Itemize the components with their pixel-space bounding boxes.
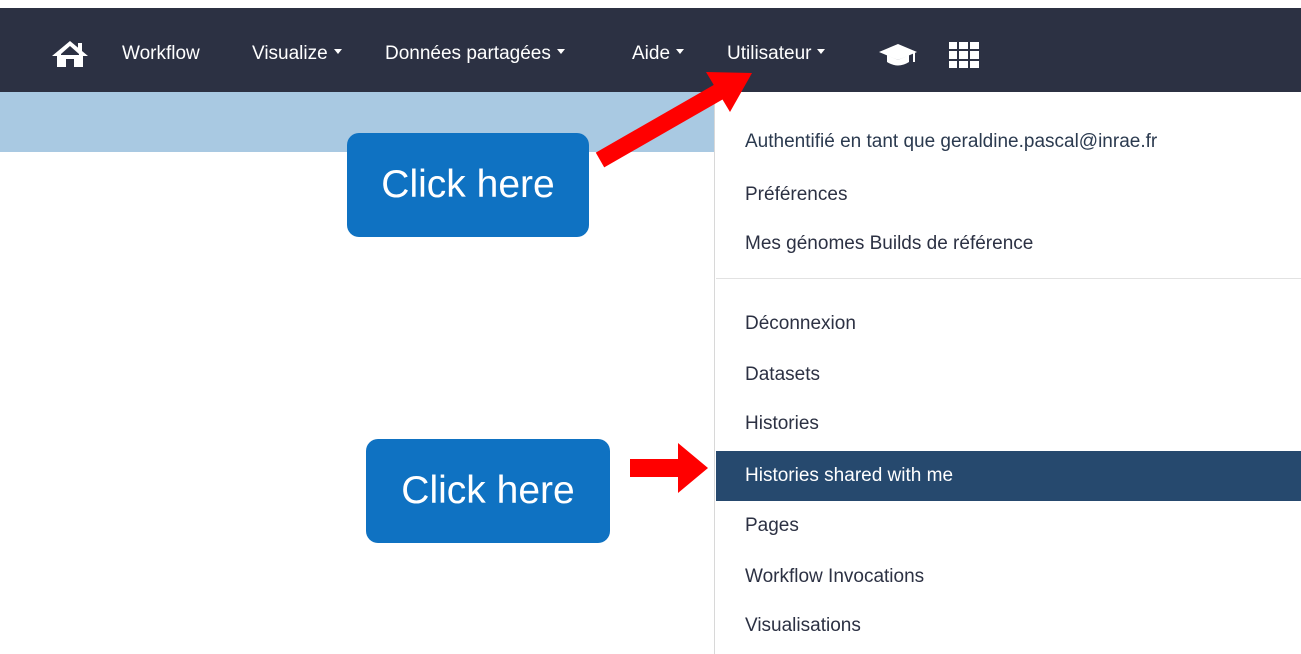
dropdown-item-reference-genomes[interactable]: Mes génomes Builds de référence [716, 222, 1301, 266]
nav-help-label: Aide [632, 43, 671, 64]
dropdown-item-datasets[interactable]: Datasets [716, 353, 1301, 397]
dropdown-item-pages[interactable]: Pages [716, 504, 1301, 548]
callout-click-here-shared-histories: Click here [366, 439, 610, 543]
nav-visualize-label: Visualize [252, 43, 328, 64]
nav-shared-data[interactable]: Données partagées [385, 41, 565, 67]
nav-visualize[interactable]: Visualize [252, 41, 342, 67]
home-icon[interactable] [50, 39, 90, 69]
caret-down-icon [676, 49, 685, 55]
nav-shared-data-label: Données partagées [385, 43, 551, 64]
dropdown-logged-in-as: Authentifié en tant que geraldine.pascal… [745, 131, 1158, 152]
dropdown-item-visualisations[interactable]: Visualisations [716, 604, 1301, 648]
grid-icon[interactable] [949, 42, 979, 73]
nav-workflow[interactable]: Workflow [122, 41, 200, 67]
nav-workflow-label: Workflow [122, 43, 200, 64]
dropdown-item-histories-shared-with-me[interactable]: Histories shared with me [716, 451, 1301, 501]
dropdown-item-histories[interactable]: Histories [716, 402, 1301, 446]
user-dropdown-menu: Authentifié en tant que geraldine.pascal… [714, 92, 1301, 654]
nav-user[interactable]: Utilisateur [727, 41, 826, 67]
dropdown-item-workflow-invocations[interactable]: Workflow Invocations [716, 555, 1301, 599]
caret-down-icon [817, 49, 826, 55]
top-navbar: Workflow Visualize Données partagées Aid… [0, 0, 1301, 92]
dropdown-divider [716, 278, 1301, 279]
dropdown-item-logout[interactable]: Déconnexion [716, 302, 1301, 346]
nav-user-label: Utilisateur [727, 43, 812, 64]
arrow-to-shared-histories-icon [630, 443, 708, 493]
page: Workflow Visualize Données partagées Aid… [0, 0, 1301, 654]
nav-help[interactable]: Aide [632, 41, 685, 67]
caret-down-icon [333, 49, 342, 55]
callout-click-here-user-menu: Click here [347, 133, 589, 237]
graduation-cap-icon[interactable] [878, 42, 918, 73]
dropdown-item-preferences[interactable]: Préférences [716, 173, 1301, 217]
caret-down-icon [556, 49, 565, 55]
